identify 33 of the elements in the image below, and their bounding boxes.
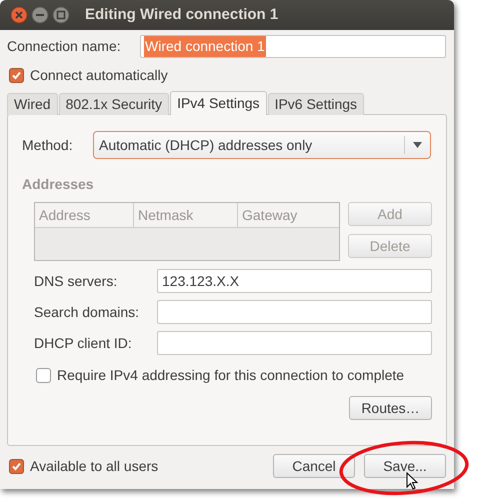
- field-label: DHCP client ID:: [34, 334, 133, 352]
- method-dropdown[interactable]: Automatic (DHCP) addresses only: [93, 131, 431, 159]
- tab[interactable]: IPv6 Settings: [268, 93, 364, 115]
- checkbox-label: Connect automatically: [30, 66, 168, 85]
- cursor-icon: [406, 472, 418, 490]
- checkbox-label: Require IPv4 addressing for this connection to complete: [57, 366, 404, 385]
- field-value: 123.123.X.X: [162, 272, 240, 290]
- text-field[interactable]: [157, 300, 432, 324]
- cancel-button[interactable]: Cancel: [273, 454, 355, 478]
- text-field[interactable]: 123.123.X.X: [157, 269, 432, 293]
- checkbox-label: Available to all users: [30, 456, 158, 476]
- field-value: Wired connection 1: [144, 36, 266, 57]
- minimize-icon[interactable]: [31, 6, 49, 24]
- text-field[interactable]: [157, 331, 432, 355]
- field-label: DNS servers:: [34, 272, 118, 290]
- field-label: Connection name:: [7, 37, 122, 56]
- check-icon: [11, 460, 22, 472]
- checkbox[interactable]: [9, 458, 24, 474]
- tab[interactable]: 802.1x Security: [58, 93, 170, 115]
- check-icon: [11, 70, 22, 81]
- tab[interactable]: Wired: [7, 93, 58, 115]
- tab[interactable]: IPv4 Settings: [170, 91, 267, 115]
- checkbox[interactable]: [36, 368, 51, 383]
- method-label: Method:: [22, 136, 74, 154]
- routes-button[interactable]: Routes…: [349, 396, 432, 420]
- maximize-icon[interactable]: [52, 6, 70, 24]
- field-label: Search domains:: [34, 302, 140, 322]
- close-icon[interactable]: [10, 6, 28, 24]
- dropdown-arrow-icon: [413, 142, 422, 148]
- checkbox[interactable]: [9, 68, 24, 83]
- window-title: Editing Wired connection 1: [85, 4, 278, 25]
- save-button[interactable]: Save...: [364, 454, 446, 478]
- section-heading: Addresses: [22, 175, 95, 194]
